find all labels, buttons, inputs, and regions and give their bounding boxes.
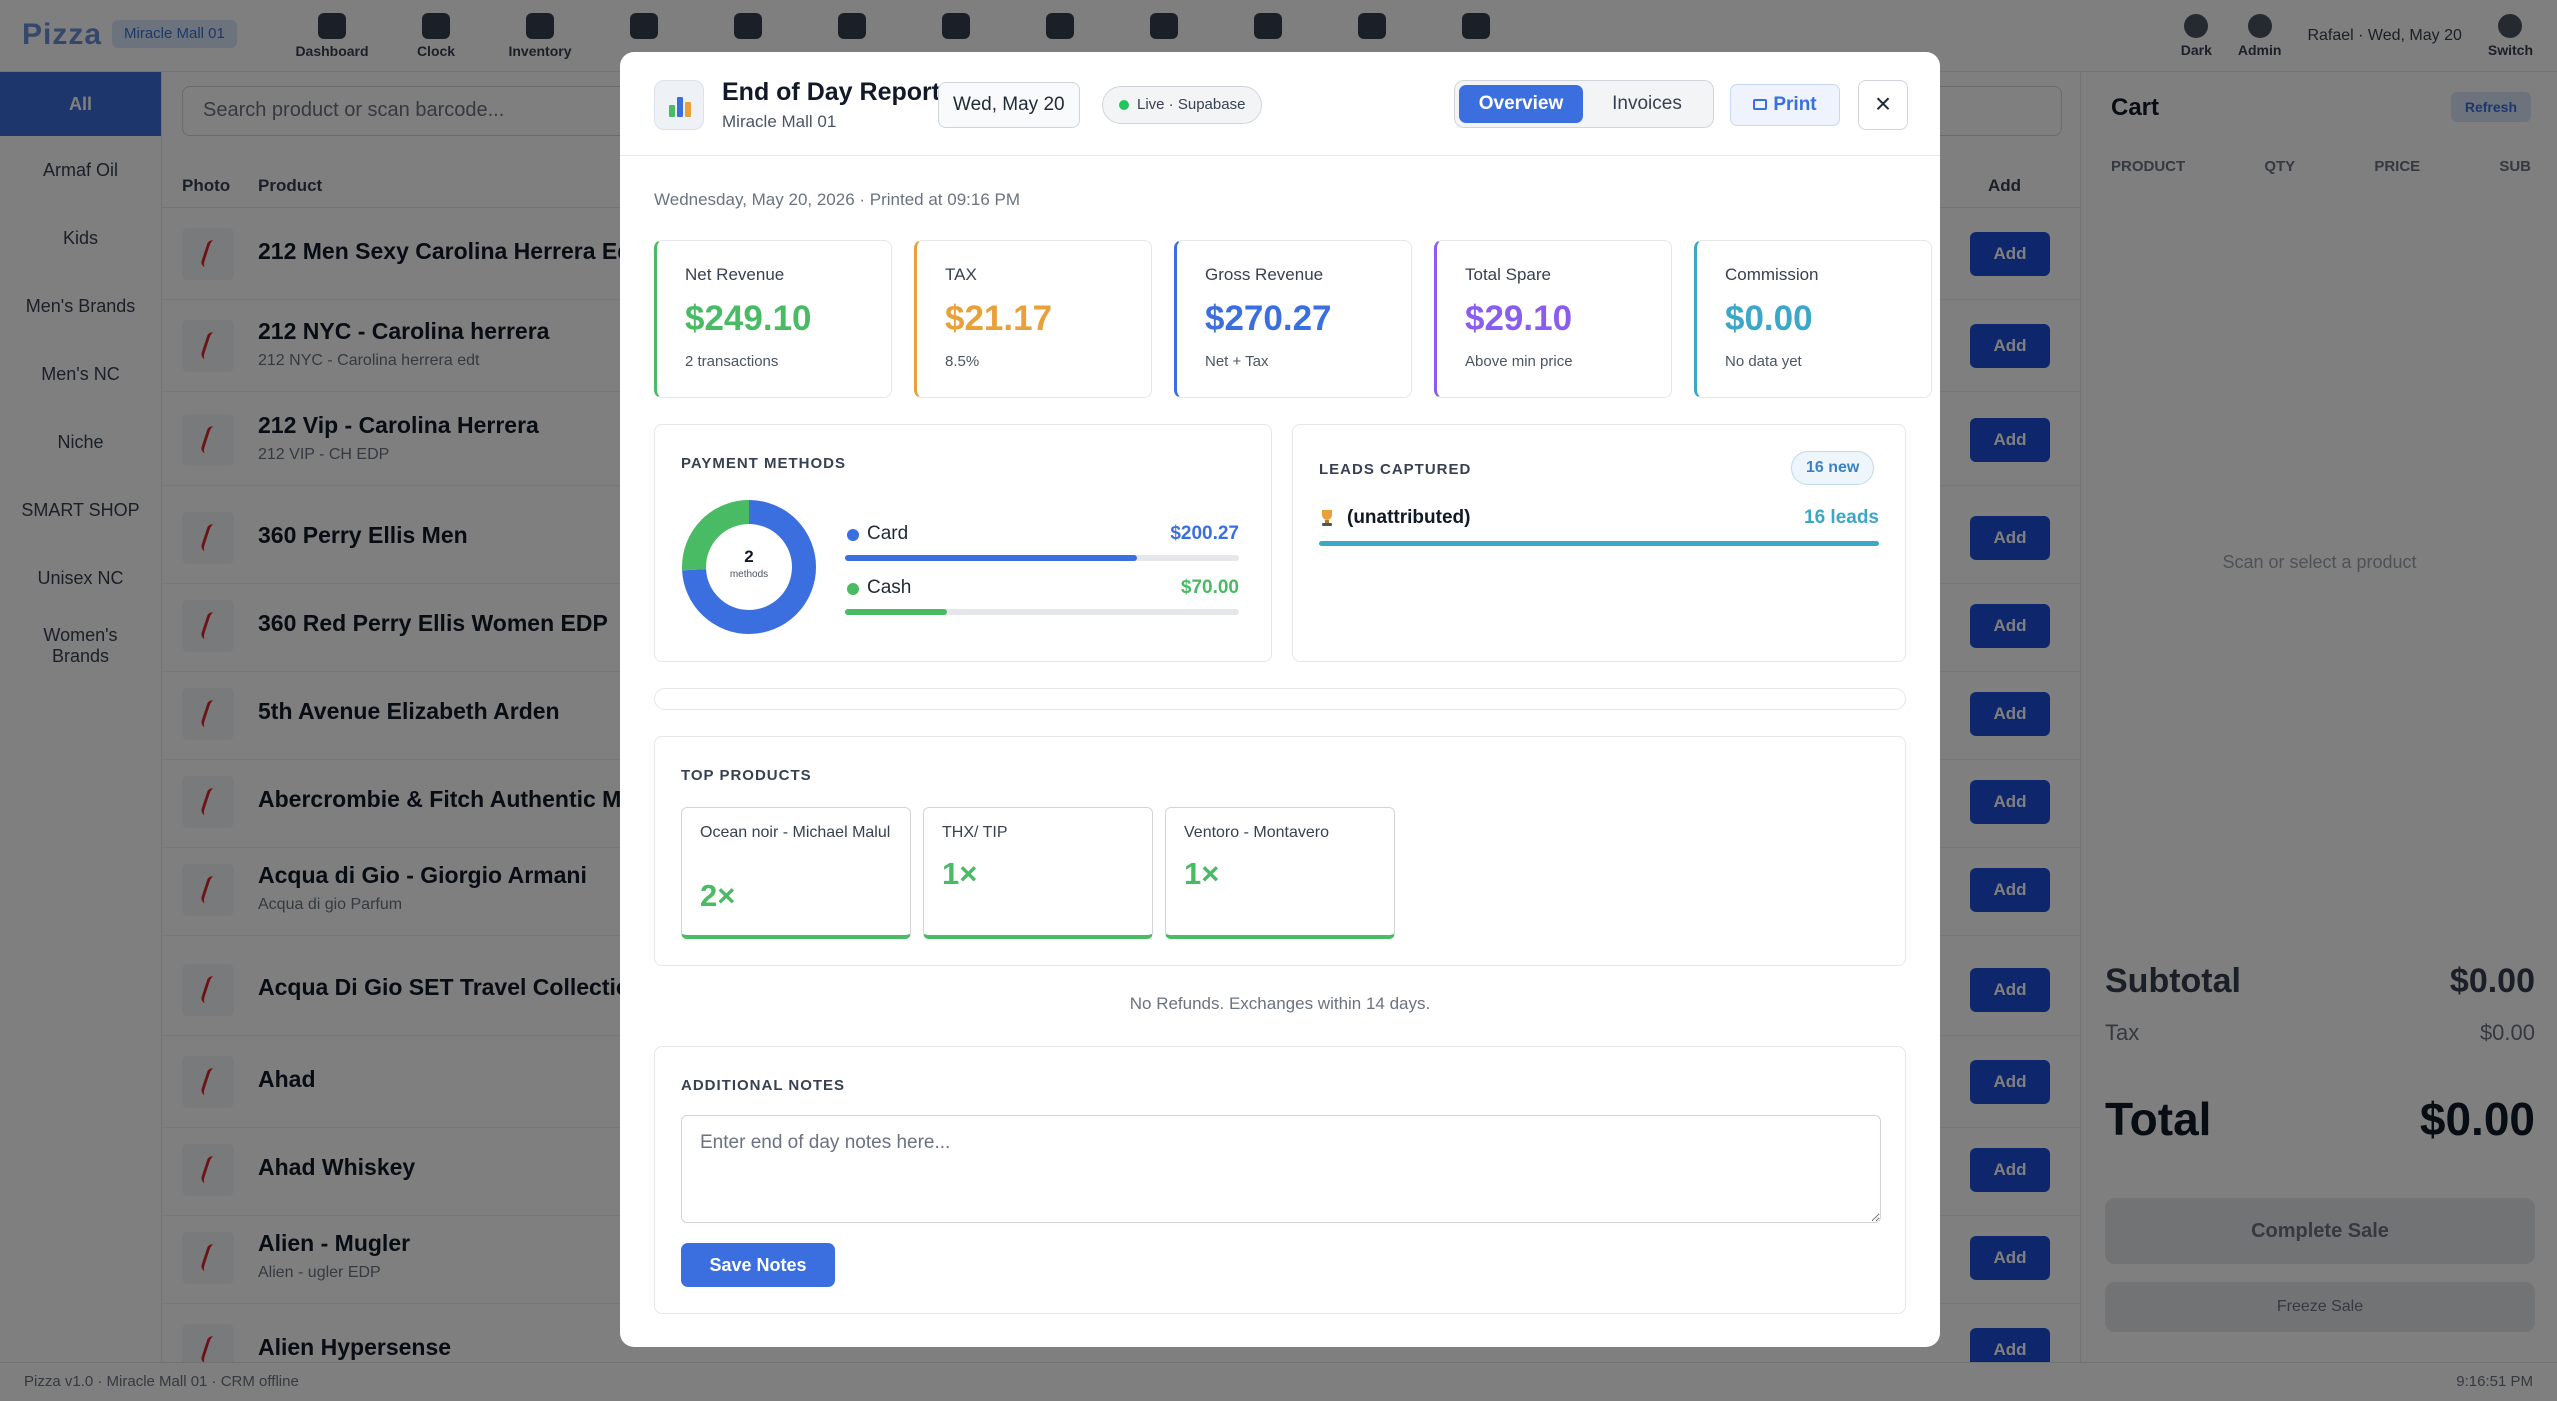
modal-store-name: Miracle Mall 01: [722, 112, 837, 131]
view-tabs: Overview Invoices: [1454, 80, 1714, 128]
top-product-name: Ocean noir - Michael Malul: [700, 824, 891, 841]
stat-value: $29.10: [1465, 299, 1573, 338]
end-of-day-report-modal: End of Day Report Miracle Mall 01 Wed, M…: [620, 52, 1940, 1347]
stat-subtext: 8.5%: [945, 353, 980, 370]
top-product-card: Ventoro - Montavero 1×: [1165, 807, 1395, 939]
payment-name: Card: [867, 523, 909, 544]
stat-card-commission: Commission $0.00 No data yet: [1694, 240, 1932, 398]
stat-value: $21.17: [945, 299, 1053, 338]
stat-value: $249.10: [685, 299, 812, 338]
top-products-panel: TOP PRODUCTS Ocean noir - Michael Malul …: [654, 736, 1906, 966]
donut-svg: [682, 500, 816, 634]
top-product-name: Ventoro - Montavero: [1184, 824, 1329, 841]
tab-overview[interactable]: Overview: [1459, 85, 1583, 123]
top-product-qty: 2×: [700, 878, 736, 913]
refund-policy: No Refunds. Exchanges within 14 days.: [1129, 994, 1431, 1013]
save-notes-button[interactable]: Save Notes: [681, 1243, 835, 1287]
payment-methods-panel: PAYMENT METHODS 2 methods Card $200.27 C…: [654, 424, 1272, 662]
panel-heading: PAYMENT METHODS: [681, 455, 847, 472]
stat-label: TAX: [945, 265, 977, 284]
panel-heading: TOP PRODUCTS: [681, 767, 812, 784]
stat-card-net-revenue: Net Revenue $249.10 2 transactions: [654, 240, 892, 398]
modal-header: End of Day Report Miracle Mall 01 Wed, M…: [620, 52, 1940, 156]
trophy-icon: [1322, 510, 1332, 526]
additional-notes-panel: ADDITIONAL NOTES Save Notes: [654, 1046, 1906, 1314]
payment-value: $200.27: [1170, 523, 1239, 544]
payment-donut-chart: 2 methods: [681, 499, 817, 635]
top-product-name: THX/ TIP: [942, 824, 1008, 841]
stat-subtext: Net + Tax: [1205, 353, 1269, 370]
leads-captured-panel: LEADS CAPTURED 16 new (unattributed) 16 …: [1292, 424, 1906, 662]
print-button[interactable]: Print: [1730, 84, 1840, 126]
bar-chart-icon: [654, 80, 704, 130]
stat-subtext: Above min price: [1465, 353, 1573, 370]
payment-bar-track: [845, 609, 1239, 615]
stat-label: Total Spare: [1465, 265, 1551, 284]
stat-label: Commission: [1725, 265, 1819, 284]
stat-subtext: No data yet: [1725, 353, 1802, 370]
notes-textarea[interactable]: [681, 1115, 1881, 1223]
stat-label: Gross Revenue: [1205, 265, 1324, 284]
payment-row-card: Card $200.27: [845, 521, 1239, 577]
live-status-label: Live · Supabase: [1137, 96, 1246, 113]
panel-heading: LEADS CAPTURED: [1319, 461, 1472, 478]
cash-dot-icon: [847, 583, 859, 595]
payment-name: Cash: [867, 577, 912, 598]
stat-subtext: 2 transactions: [685, 353, 779, 370]
print-label: Print: [1773, 94, 1817, 115]
payment-row-cash: Cash $70.00: [845, 575, 1239, 631]
new-leads-badge: 16 new: [1791, 451, 1875, 485]
live-dot-icon: [1119, 100, 1129, 110]
method-count-label: methods: [729, 569, 769, 580]
panel-heading: ADDITIONAL NOTES: [681, 1077, 846, 1094]
modal-title: End of Day Report: [722, 78, 941, 106]
payment-bar-fill: [845, 555, 1137, 561]
stat-value: $0.00: [1725, 299, 1813, 338]
tab-invoices[interactable]: Invoices: [1585, 85, 1709, 123]
stat-card-total-spare: Total Spare $29.10 Above min price: [1434, 240, 1672, 398]
printer-icon: [1753, 99, 1768, 110]
top-product-card: THX/ TIP 1×: [923, 807, 1153, 939]
lead-share-bar: [1319, 541, 1879, 546]
payment-value: $70.00: [1180, 577, 1239, 598]
payment-bar-track: [845, 555, 1239, 561]
report-date-picker[interactable]: Wed, May 20: [938, 82, 1080, 128]
top-product-qty: 1×: [942, 856, 978, 891]
top-product-qty: 1×: [1184, 856, 1220, 891]
close-button[interactable]: ×: [1858, 80, 1908, 130]
payment-bar-fill: [845, 609, 948, 615]
printed-timestamp: Wednesday, May 20, 2026 · Printed at 09:…: [654, 190, 1021, 209]
card-dot-icon: [847, 529, 859, 541]
stat-card-tax: TAX $21.17 8.5%: [914, 240, 1152, 398]
stat-value: $270.27: [1205, 299, 1332, 338]
stat-label: Net Revenue: [685, 265, 785, 284]
empty-section-strip: [654, 688, 1906, 710]
stat-card-gross-revenue: Gross Revenue $270.27 Net + Tax: [1174, 240, 1412, 398]
top-product-card: Ocean noir - Michael Malul 2×: [681, 807, 911, 939]
lead-source-name: (unattributed): [1347, 507, 1471, 528]
method-count: 2: [744, 547, 754, 566]
lead-count: 16 leads: [1804, 507, 1879, 528]
live-status-badge: Live · Supabase: [1102, 86, 1263, 124]
